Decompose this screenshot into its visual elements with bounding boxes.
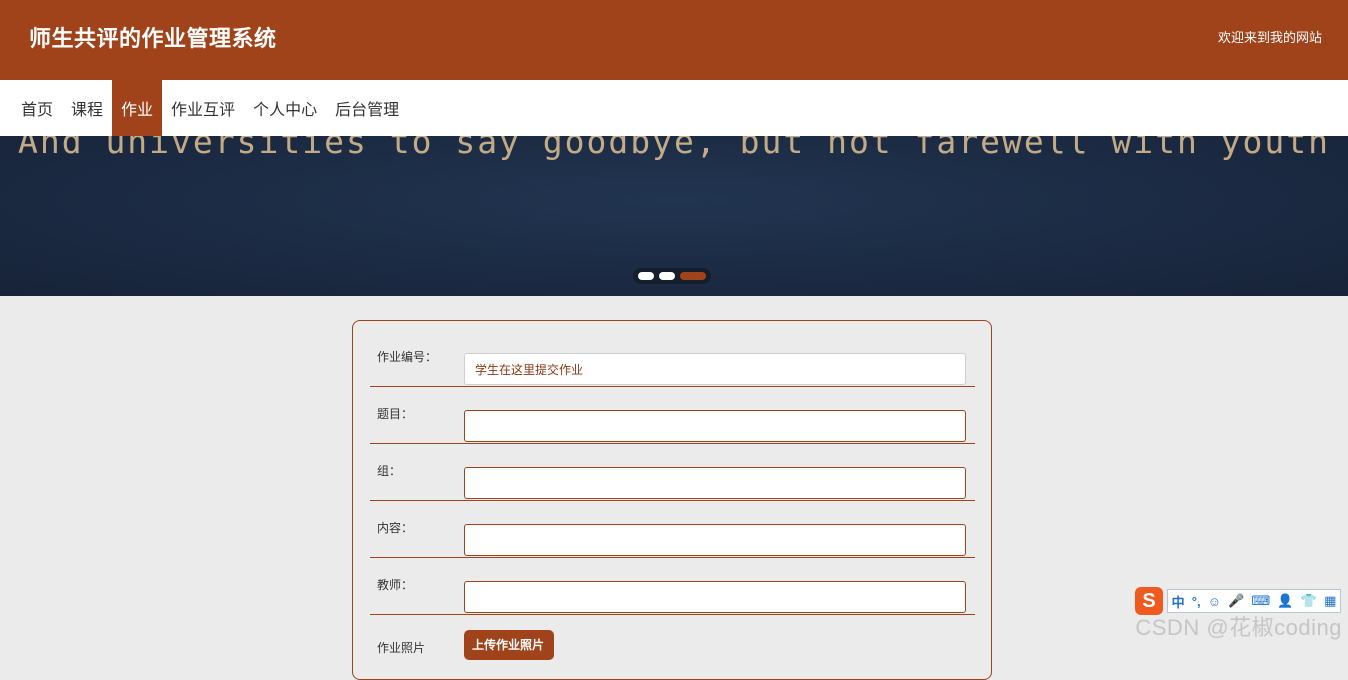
form-row-teacher: 教师： [370, 557, 975, 615]
nav-item-homework[interactable]: 作业 [112, 80, 163, 136]
form-row-title: 题目： [370, 386, 975, 444]
nav-item-admin[interactable]: 后台管理 [326, 80, 408, 136]
homework-form: 作业编号： 题目： 组： 内容： 教师： 作业照片 上传作业照片 [352, 320, 992, 680]
title-input[interactable] [464, 410, 966, 442]
teacher-label: 教师： [377, 578, 414, 592]
content-input[interactable] [464, 524, 966, 556]
punctuation-icon[interactable]: °, [1192, 594, 1201, 609]
teacher-input[interactable] [464, 581, 966, 613]
title-label: 题目： [377, 407, 414, 421]
carousel-dot[interactable] [659, 272, 675, 280]
skin-icon[interactable]: 👕 [1301, 593, 1317, 609]
nav-item-courses[interactable]: 课程 [62, 80, 112, 136]
grid-icon[interactable]: ▦ [1324, 593, 1336, 609]
homework-id-label: 作业编号： [377, 350, 438, 364]
form-row-homework-id: 作业编号： [370, 329, 975, 387]
content-label: 内容： [377, 521, 414, 535]
welcome-text: 欢迎来到我的网站 [1217, 30, 1322, 45]
group-label: 组： [377, 464, 402, 478]
form-row-group: 组： [370, 443, 975, 501]
nav-item-home[interactable]: 首页 [12, 80, 62, 136]
nav-item-peer-review[interactable]: 作业互评 [162, 80, 244, 136]
carousel-dot[interactable] [638, 272, 654, 280]
keyboard-icon[interactable]: ⌨ [1252, 593, 1271, 609]
microphone-icon[interactable]: 🎤 [1228, 593, 1244, 609]
group-input[interactable] [464, 467, 966, 499]
watermark: CSDN @花椒coding [1135, 615, 1342, 640]
form-row-content: 内容： [370, 500, 975, 558]
main-nav: 首页 课程 作业 作业互评 个人中心 后台管理 [0, 80, 1348, 136]
chinese-mode-icon[interactable]: 中 [1172, 592, 1185, 611]
carousel-indicators [633, 268, 711, 284]
homework-id-input[interactable] [464, 353, 966, 385]
upload-label: 作业照片 [377, 641, 426, 655]
site-header: 师生共评的作业管理系统 欢迎来到我的网站 [0, 0, 1348, 80]
emoji-icon[interactable]: ☺ [1208, 594, 1221, 609]
site-title[interactable]: 师生共评的作业管理系统 [29, 21, 277, 53]
nav-item-personal-center[interactable]: 个人中心 [244, 80, 326, 136]
banner-text: And universities to say goodbye, but not… [17, 136, 1331, 161]
user-icon[interactable]: 👤 [1277, 593, 1293, 609]
upload-photo-button[interactable]: 上传作业照片 [464, 630, 555, 660]
carousel-dot-active[interactable] [680, 272, 706, 280]
